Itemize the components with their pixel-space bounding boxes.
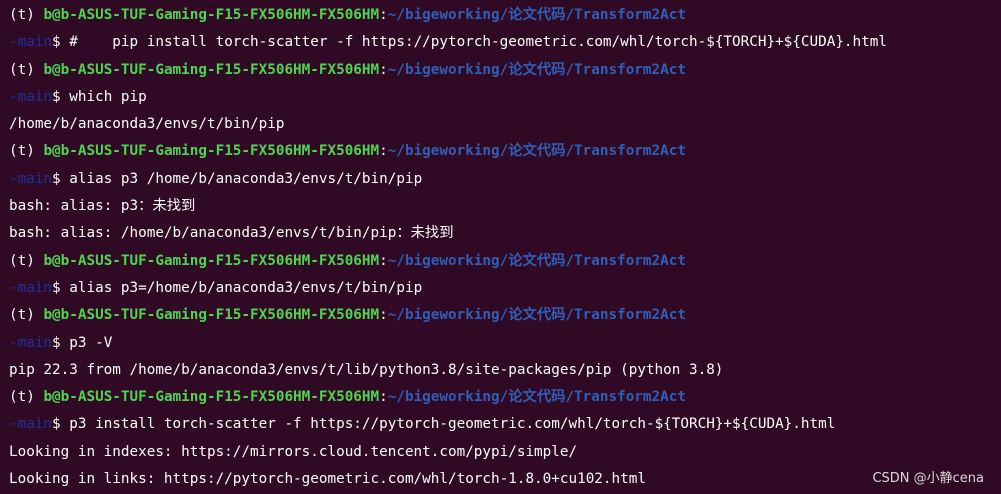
prompt-dollar: $ — [52, 334, 70, 351]
output-line: Looking in links: https://pytorch-geomet… — [9, 466, 1001, 493]
user-host: b@b-ASUS-TUF-Gaming-F15-FX506HM-FX506HM — [43, 389, 380, 406]
prompt-separator: : — [379, 252, 388, 269]
prompt-separator: : — [379, 61, 388, 78]
prompt-separator: : — [379, 7, 388, 23]
output-text: bash: alias: p3：未找到 — [9, 198, 196, 215]
git-branch: -main — [9, 416, 53, 433]
git-branch: -main — [9, 88, 53, 105]
conda-env-label: (t) — [9, 7, 44, 23]
output-line: bash: alias: p3：未找到 — [9, 193, 1001, 220]
git-branch: -main — [9, 279, 53, 296]
prompt-line: (t) b@b-ASUS-TUF-Gaming-F15-FX506HM-FX50… — [9, 302, 1001, 329]
working-directory: ~/bigeworking/论文代码/Transform2Act — [387, 7, 686, 23]
terminal-window[interactable]: (t) b@b-ASUS-TUF-Gaming-F15-FX506HM-FX50… — [0, 0, 1001, 494]
command-line: -main$ p3 install torch-scatter -f https… — [9, 411, 1001, 438]
output-text: /home/b/anaconda3/envs/t/bin/pip — [9, 116, 285, 133]
prompt-dollar: $ — [52, 34, 70, 51]
terminal-output: (t) b@b-ASUS-TUF-Gaming-F15-FX506HM-FX50… — [9, 2, 1001, 493]
prompt-line: (t) b@b-ASUS-TUF-Gaming-F15-FX506HM-FX50… — [9, 138, 1001, 165]
command-line: -main$ alias p3 /home/b/anaconda3/envs/t… — [9, 166, 1001, 193]
command-text: which pip — [69, 88, 147, 105]
output-line: bash: alias: /home/b/anaconda3/envs/t/bi… — [9, 220, 1001, 247]
command-text: alias p3 /home/b/anaconda3/envs/t/bin/pi… — [69, 170, 423, 187]
output-line: /home/b/anaconda3/envs/t/bin/pip — [9, 111, 1001, 138]
working-directory: ~/bigeworking/论文代码/Transform2Act — [387, 143, 686, 160]
user-host: b@b-ASUS-TUF-Gaming-F15-FX506HM-FX506HM — [43, 252, 380, 269]
command-line: -main$ p3 -V — [9, 330, 1001, 357]
working-directory: ~/bigeworking/论文代码/Transform2Act — [387, 61, 686, 78]
prompt-dollar: $ — [52, 416, 70, 433]
prompt-dollar: $ — [52, 279, 70, 296]
git-branch: -main — [9, 334, 53, 351]
prompt-dollar: $ — [52, 88, 70, 105]
command-line: -main$ # pip install torch-scatter -f ht… — [9, 29, 1001, 56]
output-text: pip 22.3 from /home/b/anaconda3/envs/t/l… — [9, 361, 724, 378]
conda-env-label: (t) — [9, 252, 44, 269]
csdn-watermark: CSDN @小静cena — [872, 471, 984, 486]
output-text: Looking in links: https://pytorch-geomet… — [9, 471, 646, 488]
conda-env-label: (t) — [9, 61, 44, 78]
user-host: b@b-ASUS-TUF-Gaming-F15-FX506HM-FX506HM — [43, 307, 380, 324]
command-text: # pip install torch-scatter -f https://p… — [69, 34, 887, 51]
prompt-line: (t) b@b-ASUS-TUF-Gaming-F15-FX506HM-FX50… — [9, 2, 1001, 29]
output-text: bash: alias: /home/b/anaconda3/envs/t/bi… — [9, 225, 454, 242]
git-branch: -main — [9, 34, 53, 51]
output-line: Looking in indexes: https://mirrors.clou… — [9, 439, 1001, 466]
user-host: b@b-ASUS-TUF-Gaming-F15-FX506HM-FX506HM — [43, 143, 380, 160]
conda-env-label: (t) — [9, 143, 44, 160]
prompt-line: (t) b@b-ASUS-TUF-Gaming-F15-FX506HM-FX50… — [9, 57, 1001, 84]
command-text: alias p3=/home/b/anaconda3/envs/t/bin/pi… — [69, 279, 423, 296]
git-branch: -main — [9, 170, 53, 187]
conda-env-label: (t) — [9, 389, 44, 406]
command-text: p3 install torch-scatter -f https://pyto… — [69, 416, 836, 433]
working-directory: ~/bigeworking/论文代码/Transform2Act — [387, 389, 686, 406]
command-line: -main$ which pip — [9, 84, 1001, 111]
prompt-separator: : — [379, 307, 388, 324]
working-directory: ~/bigeworking/论文代码/Transform2Act — [387, 307, 686, 324]
prompt-separator: : — [379, 143, 388, 160]
working-directory: ~/bigeworking/论文代码/Transform2Act — [387, 252, 686, 269]
output-line: pip 22.3 from /home/b/anaconda3/envs/t/l… — [9, 357, 1001, 384]
user-host: b@b-ASUS-TUF-Gaming-F15-FX506HM-FX506HM — [43, 7, 380, 23]
prompt-line: (t) b@b-ASUS-TUF-Gaming-F15-FX506HM-FX50… — [9, 248, 1001, 275]
prompt-dollar: $ — [52, 170, 70, 187]
command-text: p3 -V — [69, 334, 113, 351]
output-text: Looking in indexes: https://mirrors.clou… — [9, 443, 578, 460]
prompt-line: (t) b@b-ASUS-TUF-Gaming-F15-FX506HM-FX50… — [9, 384, 1001, 411]
user-host: b@b-ASUS-TUF-Gaming-F15-FX506HM-FX506HM — [43, 61, 380, 78]
command-line: -main$ alias p3=/home/b/anaconda3/envs/t… — [9, 275, 1001, 302]
prompt-separator: : — [379, 389, 388, 406]
conda-env-label: (t) — [9, 307, 44, 324]
